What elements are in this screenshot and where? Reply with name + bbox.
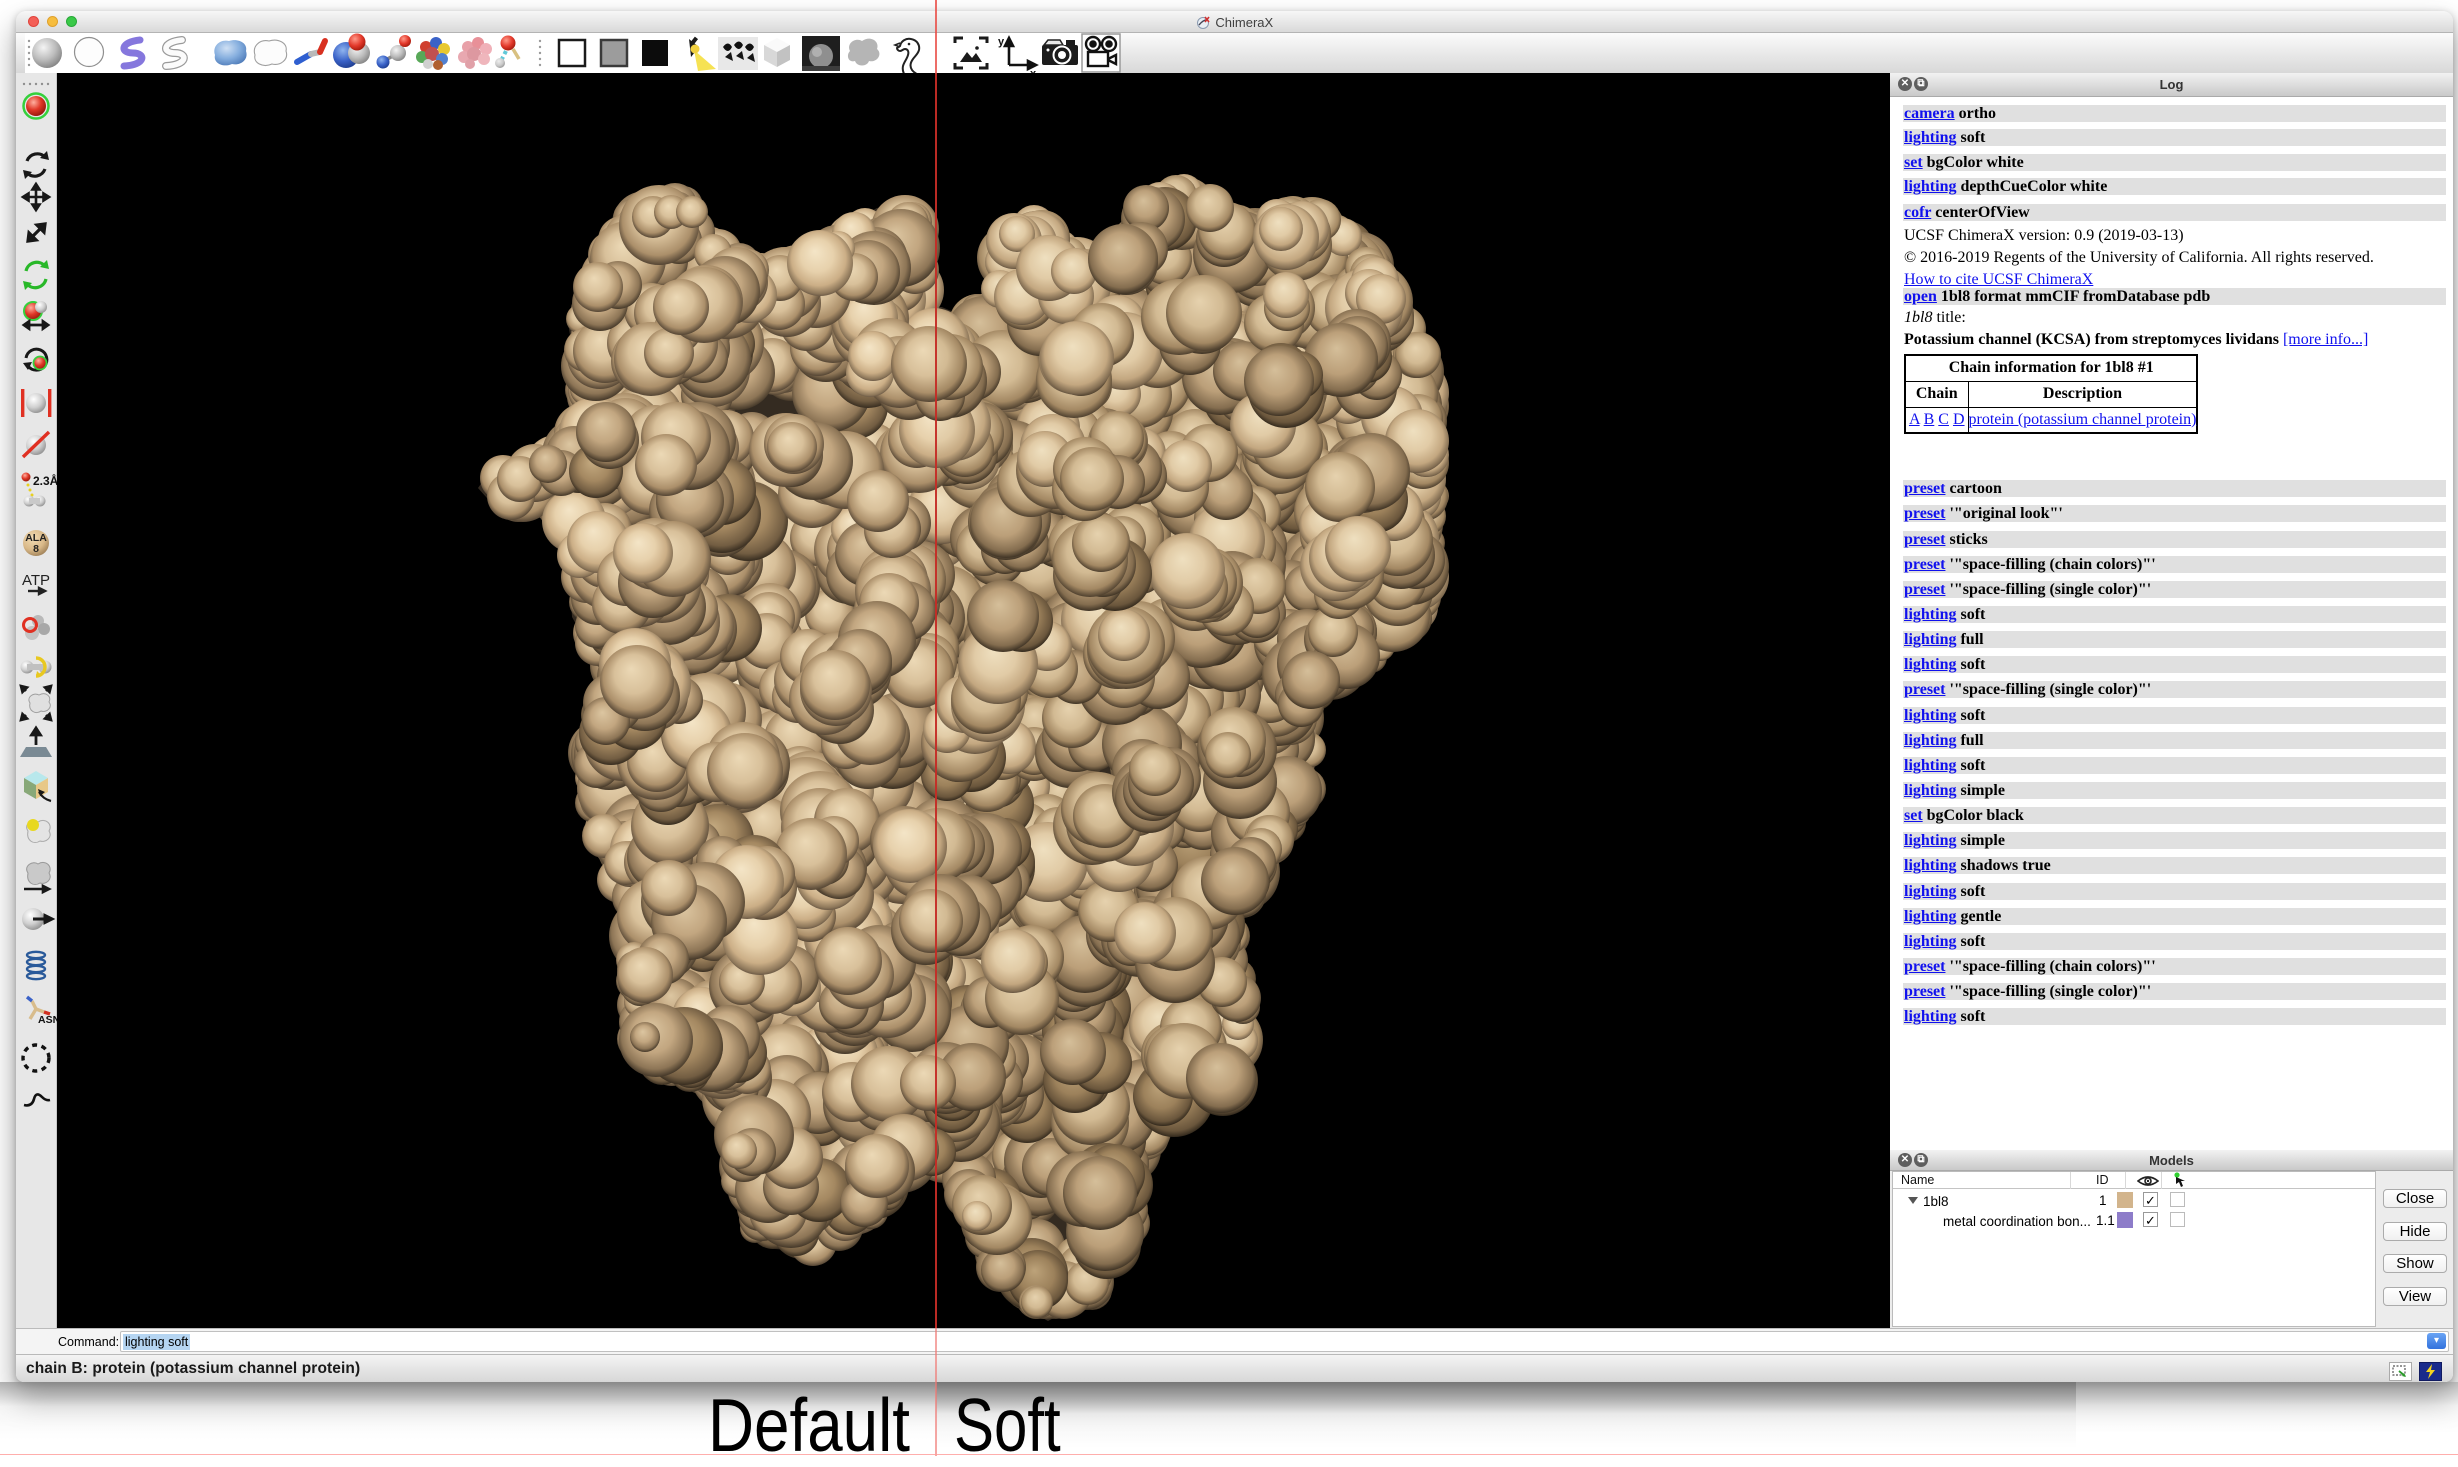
svg-text:2.3Å: 2.3Å — [33, 473, 57, 488]
svg-text:ATP: ATP — [22, 572, 50, 589]
svg-text:ASN: ASN — [38, 1014, 57, 1026]
svg-text:y: y — [998, 36, 1005, 48]
svg-text:8: 8 — [33, 543, 39, 555]
